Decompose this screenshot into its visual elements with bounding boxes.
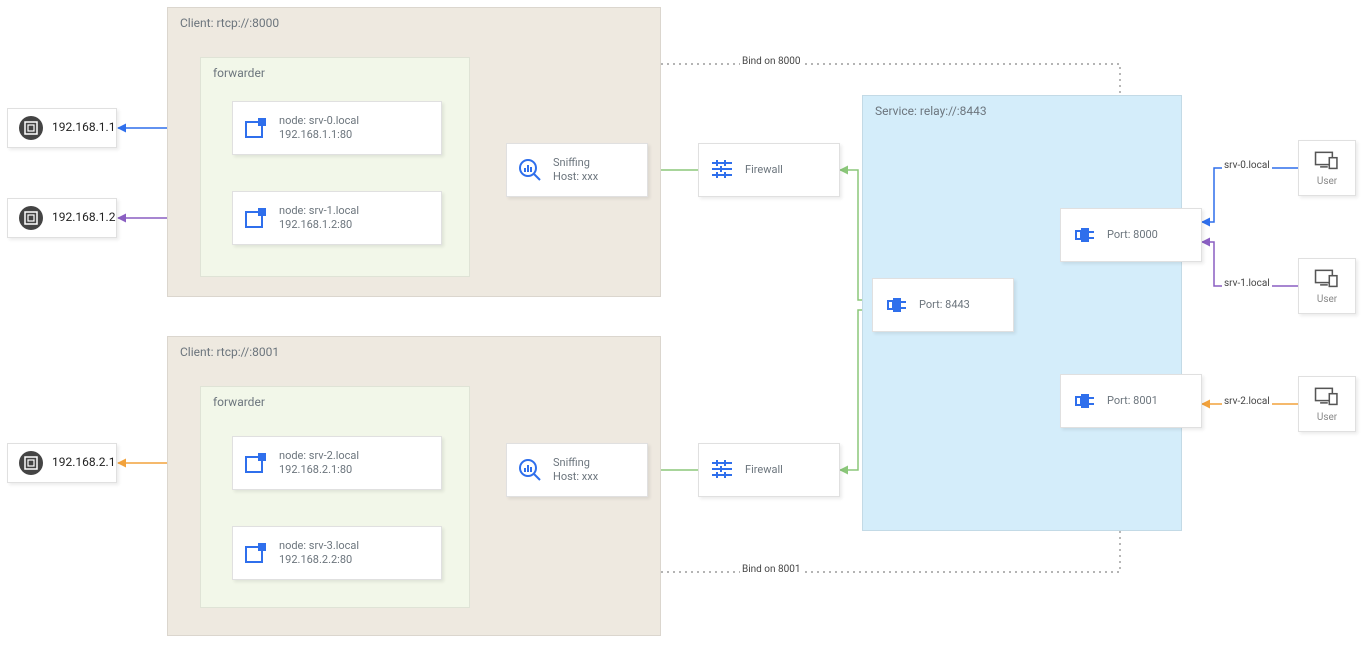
devices-icon xyxy=(1314,147,1340,173)
port-icon xyxy=(883,292,909,318)
node-srv-3-text: node: srv-3.local 192.168.2.2:80 xyxy=(279,539,359,568)
user-3: User xyxy=(1298,376,1356,432)
port-8001-label: Port: 8001 xyxy=(1107,394,1158,408)
firewall-icon xyxy=(709,157,735,183)
server-1: 192.168.1.1 xyxy=(7,108,117,148)
label-srv-1: srv-1.local xyxy=(1222,278,1272,289)
server-2: 192.168.1.2 xyxy=(7,198,117,238)
node-srv-1-text: node: srv-1.local 192.168.1.2:80 xyxy=(279,204,359,233)
node-icon xyxy=(243,450,269,476)
user-2: User xyxy=(1298,258,1356,314)
firewall-icon xyxy=(709,457,735,483)
port-icon xyxy=(1071,388,1097,414)
port-icon xyxy=(1071,222,1097,248)
port-8443: Port: 8443 xyxy=(872,278,1014,332)
port-8000: Port: 8000 xyxy=(1060,208,1202,262)
devices-icon xyxy=(1314,265,1340,291)
label-bind-8000: Bind on 8000 xyxy=(740,56,803,67)
client2-title: Client: rtcp://:8001 xyxy=(180,345,279,359)
label-srv-2: srv-2.local xyxy=(1222,396,1272,407)
node-srv-0-text: node: srv-0.local 192.168.1.1:80 xyxy=(279,114,359,143)
port-8443-label: Port: 8443 xyxy=(919,298,970,312)
sniffing-2: Sniffing Host: xxx xyxy=(506,443,648,497)
port-8001: Port: 8001 xyxy=(1060,374,1202,428)
node-srv-0: node: srv-0.local 192.168.1.1:80 xyxy=(232,101,442,155)
firewall-2: Firewall xyxy=(698,443,840,497)
sniffing-1-text: Sniffing Host: xxx xyxy=(553,156,598,185)
node-icon xyxy=(243,540,269,566)
label-srv-0: srv-0.local xyxy=(1222,160,1272,171)
service-title: Service: relay://:8443 xyxy=(875,104,987,118)
node-icon xyxy=(243,205,269,231)
user-3-label: User xyxy=(1317,411,1337,424)
node-icon xyxy=(243,115,269,141)
firewall-1: Firewall xyxy=(698,143,840,197)
magnify-chart-icon xyxy=(517,457,543,483)
diagram-canvas: Client: rtcp://:8000 forwarder Client: r… xyxy=(0,0,1363,651)
user-1: User xyxy=(1298,140,1356,196)
server-3-label: 192.168.2.1 xyxy=(52,455,115,471)
node-srv-2: node: srv-2.local 192.168.2.1:80 xyxy=(232,436,442,490)
server-2-label: 192.168.1.2 xyxy=(52,210,115,226)
client2-forwarder-title: forwarder xyxy=(213,395,265,409)
server-3: 192.168.2.1 xyxy=(7,443,117,483)
port-8000-label: Port: 8000 xyxy=(1107,228,1158,242)
label-bind-8001: Bind on 8001 xyxy=(740,564,803,575)
magnify-chart-icon xyxy=(517,157,543,183)
node-srv-3: node: srv-3.local 192.168.2.2:80 xyxy=(232,526,442,580)
firewall-2-label: Firewall xyxy=(745,463,783,477)
user-1-label: User xyxy=(1317,175,1337,188)
devices-icon xyxy=(1314,383,1340,409)
sniffing-2-text: Sniffing Host: xxx xyxy=(553,456,598,485)
server-1-label: 192.168.1.1 xyxy=(52,120,115,136)
user-2-label: User xyxy=(1317,293,1337,306)
sniffing-1: Sniffing Host: xxx xyxy=(506,143,648,197)
client1-title: Client: rtcp://:8000 xyxy=(180,16,279,30)
node-srv-2-text: node: srv-2.local 192.168.2.1:80 xyxy=(279,449,359,478)
cpu-icon xyxy=(18,205,44,231)
firewall-1-label: Firewall xyxy=(745,163,783,177)
cpu-icon xyxy=(18,450,44,476)
cpu-icon xyxy=(18,115,44,141)
client1-forwarder-title: forwarder xyxy=(213,66,265,80)
node-srv-1: node: srv-1.local 192.168.1.2:80 xyxy=(232,191,442,245)
